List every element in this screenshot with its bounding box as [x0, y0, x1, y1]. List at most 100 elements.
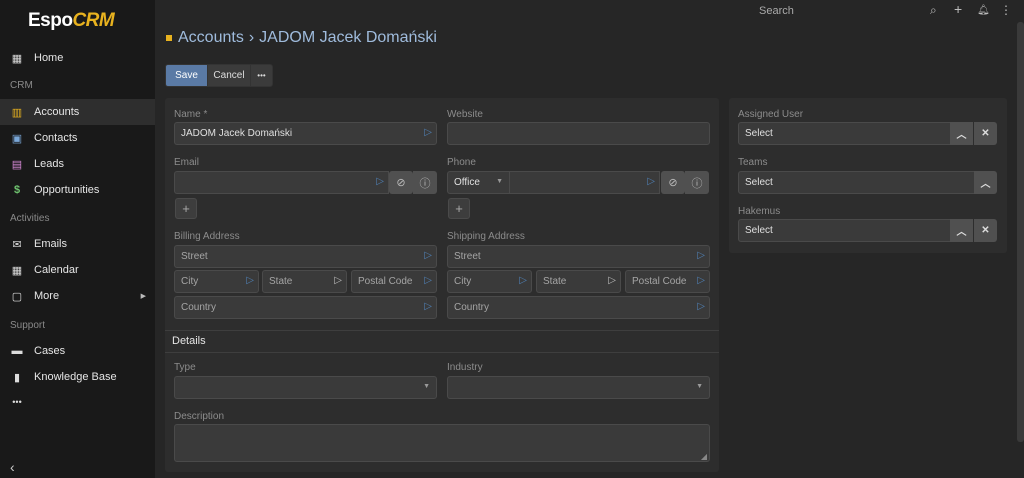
- sidebar-item-accounts[interactable]: ▥ Accounts: [0, 99, 155, 125]
- shipping-street-field[interactable]: Street ▷: [447, 245, 710, 268]
- section-divider: [165, 330, 719, 331]
- sidebar-item-leads[interactable]: ▤ Leads: [0, 151, 155, 177]
- cancel-button[interactable]: Cancel: [207, 64, 251, 87]
- billing-postal-code-field[interactable]: Postal Code ▷: [351, 270, 437, 293]
- ellipsis-icon: •••: [12, 397, 22, 407]
- industry-select[interactable]: ▼: [447, 376, 710, 399]
- website-label: Website: [447, 109, 483, 120]
- sidebar-item-calendar[interactable]: ▦ Calendar: [0, 257, 155, 283]
- page-title: JADOM Jacek Domański: [259, 29, 437, 46]
- search-icon[interactable]: ⌕: [930, 3, 937, 18]
- chevron-up-icon[interactable]: ︿: [950, 122, 973, 145]
- billing-state-field[interactable]: State ▷: [262, 270, 347, 293]
- book-icon: ▮: [13, 371, 21, 384]
- name-label: Name *: [174, 109, 208, 120]
- shipping-city-field[interactable]: City ▷: [447, 270, 532, 293]
- billing-address-label: Billing Address: [174, 231, 240, 242]
- breadcrumb: Accounts › JADOM Jacek Domański: [166, 29, 437, 47]
- contact-card-icon: ▣: [11, 132, 23, 145]
- sidebar-item-knowledge-base[interactable]: ▮ Knowledge Base: [0, 364, 155, 390]
- caret-right-icon: ▶: [140, 293, 146, 300]
- menu-dots-icon[interactable]: ⋮: [1000, 3, 1012, 17]
- building-icon: ▥: [11, 106, 23, 119]
- description-textarea[interactable]: ◢: [174, 424, 710, 462]
- shipping-state-field[interactable]: State ▷: [536, 270, 621, 293]
- translate-icon: ▷: [608, 275, 616, 286]
- translate-icon: ▷: [246, 275, 254, 286]
- sidebar-item-emails[interactable]: ✉ Emails: [0, 231, 155, 257]
- invalid-info-icon[interactable]: ⓘ: [685, 171, 709, 194]
- sidebar-section-activities: Activities: [10, 213, 50, 224]
- details-heading: Details: [172, 335, 206, 347]
- breadcrumb-parent-link[interactable]: Accounts: [178, 29, 244, 47]
- email-label: Email: [174, 157, 200, 168]
- phone-type-select[interactable]: Office ▼: [447, 171, 510, 194]
- chevron-down-icon: ▼: [423, 383, 430, 390]
- collapse-sidebar-icon[interactable]: ‹: [10, 459, 15, 475]
- bell-icon[interactable]: 🔔︎: [977, 5, 990, 16]
- sidebar-item-cases[interactable]: ▬ Cases: [0, 338, 155, 364]
- home-icon: ▦: [11, 52, 23, 65]
- chevron-down-icon: ▼: [496, 178, 503, 185]
- more-actions-button[interactable]: •••: [250, 64, 273, 87]
- hakemus-select[interactable]: Select: [738, 219, 951, 242]
- phone-label: Phone: [447, 157, 476, 168]
- sidebar-item-home[interactable]: ▦ Home: [0, 45, 155, 71]
- envelope-icon: ✉: [12, 238, 22, 251]
- shipping-country-field[interactable]: Country ▷: [447, 296, 710, 319]
- section-divider: [165, 352, 719, 353]
- website-field[interactable]: [447, 122, 710, 145]
- sidebar-more-dots[interactable]: •••: [0, 389, 155, 415]
- sidebar-section-crm: CRM: [10, 80, 33, 91]
- top-bar: Search ⌕ + 🔔︎ ⋮: [155, 0, 1024, 22]
- name-field[interactable]: JADOM Jacek Domański ▷: [174, 122, 437, 145]
- entity-color-marker: [166, 35, 172, 41]
- global-search-input[interactable]: Search: [759, 5, 794, 17]
- invalid-info-icon[interactable]: ⓘ: [413, 171, 437, 194]
- translate-icon: ▷: [376, 176, 384, 187]
- save-button[interactable]: Save: [165, 64, 208, 87]
- hakemus-label: Hakemus: [738, 206, 781, 217]
- email-field[interactable]: ▷: [174, 171, 389, 194]
- teams-label: Teams: [738, 157, 768, 168]
- clear-icon[interactable]: ✕: [974, 219, 997, 242]
- clear-icon[interactable]: ✕: [974, 122, 997, 145]
- plus-icon[interactable]: +: [954, 1, 962, 17]
- opt-out-icon[interactable]: ⊘: [389, 171, 413, 194]
- translate-icon: ▷: [334, 275, 342, 286]
- translate-icon: ▷: [424, 127, 432, 138]
- sidebar-item-contacts[interactable]: ▣ Contacts: [0, 125, 155, 151]
- translate-icon: ▷: [424, 301, 432, 312]
- scrollbar[interactable]: [1017, 22, 1024, 442]
- dollar-icon: $: [13, 184, 21, 196]
- billing-city-field[interactable]: City ▷: [174, 270, 259, 293]
- translate-icon: ▷: [424, 250, 432, 261]
- sidebar-item-more[interactable]: ▢ More ▶: [0, 283, 155, 309]
- assigned-user-select[interactable]: Select: [738, 122, 951, 145]
- app-logo[interactable]: EspoCRM: [28, 10, 115, 32]
- translate-icon: ▷: [424, 275, 432, 286]
- chevron-down-icon: ▼: [696, 383, 703, 390]
- translate-icon: ▷: [519, 275, 527, 286]
- type-select[interactable]: ▼: [174, 376, 437, 399]
- translate-icon: ▷: [647, 176, 655, 187]
- teams-select[interactable]: Select: [738, 171, 975, 194]
- shipping-postal-code-field[interactable]: Postal Code ▷: [625, 270, 710, 293]
- sidebar-item-opportunities[interactable]: $ Opportunities: [0, 177, 155, 203]
- chevron-up-icon[interactable]: ︿: [974, 171, 997, 194]
- billing-street-field[interactable]: Street ▷: [174, 245, 437, 268]
- translate-icon: ▷: [697, 301, 705, 312]
- calendar-blank-icon: ▢: [11, 290, 23, 303]
- phone-field[interactable]: ▷: [509, 171, 660, 194]
- chevron-up-icon[interactable]: ︿: [950, 219, 973, 242]
- add-email-button[interactable]: +: [175, 198, 197, 219]
- assigned-user-label: Assigned User: [738, 109, 804, 120]
- opt-out-icon[interactable]: ⊘: [661, 171, 685, 194]
- translate-icon: ▷: [697, 250, 705, 261]
- side-panel: Assigned User Select ︿ ✕ Teams Select ︿ …: [729, 98, 1007, 253]
- id-card-icon: ▤: [11, 158, 23, 171]
- billing-country-field[interactable]: Country ▷: [174, 296, 437, 319]
- resize-handle-icon[interactable]: ◢: [701, 452, 707, 461]
- add-phone-button[interactable]: +: [448, 198, 470, 219]
- sidebar-section-support: Support: [10, 320, 46, 331]
